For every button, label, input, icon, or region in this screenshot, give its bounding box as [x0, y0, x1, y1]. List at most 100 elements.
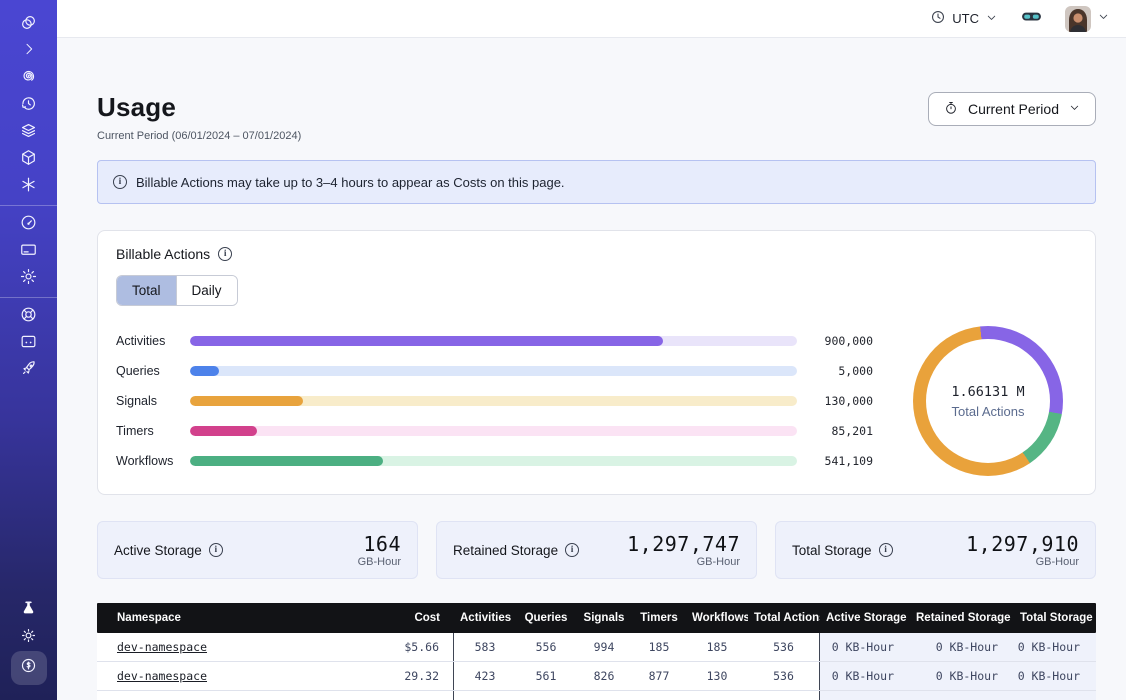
period-button-label: Current Period — [968, 101, 1059, 117]
tab-daily[interactable]: Daily — [176, 276, 237, 305]
goggles-button[interactable] — [1020, 5, 1043, 33]
topbar: UTC — [57, 0, 1126, 38]
info-icon[interactable] — [209, 543, 223, 557]
billable-view-tabs: Total Daily — [116, 275, 238, 306]
cell-total-storage: 0 KB-Hour — [1014, 691, 1096, 700]
sidebar — [0, 0, 57, 700]
cell-total-actions: 536 — [748, 662, 820, 690]
bar-value: 900,000 — [811, 334, 873, 348]
period-dropdown-button[interactable]: Current Period — [928, 92, 1096, 126]
donut-center: 1.66131 M Total Actions — [926, 339, 1050, 463]
bar-label: Queries — [116, 364, 190, 378]
chevron-down-icon — [985, 11, 998, 27]
sidebar-item-settings[interactable] — [12, 265, 46, 292]
sidebar-item-layers[interactable] — [12, 119, 46, 146]
namespaces-spiral-icon — [19, 67, 38, 91]
retained-storage-label: Retained Storage — [453, 543, 558, 558]
cell-signals: 994 — [576, 640, 632, 654]
billable-chart: Activities 900,000 Queries 5,000 Signals… — [116, 326, 1077, 476]
col-workflows: Workflows — [686, 612, 748, 624]
table-row: dev-namespace 29.32 423 561 826 877 130 … — [97, 662, 1096, 691]
bar-track — [190, 456, 797, 466]
col-activities: Activities — [454, 612, 516, 624]
col-active-storage: Active Storage — [820, 612, 910, 624]
sidebar-item-getting-started[interactable] — [12, 357, 46, 384]
bar-fill — [190, 396, 303, 406]
namespace-link[interactable]: dev-namespace — [117, 640, 207, 654]
sidebar-item-labs[interactable] — [12, 597, 46, 624]
cell-total-storage: 0 KB-Hour — [1014, 633, 1096, 661]
retained-storage-unit: GB-Hour — [627, 556, 740, 568]
sidebar-item-namespaces[interactable] — [12, 65, 46, 92]
temporal-logo-icon — [19, 13, 38, 37]
donut-total-value: 1.66131 M — [951, 384, 1024, 400]
bar-label: Signals — [116, 394, 190, 408]
total-storage-card: Total Storage 1,297,910 GB-Hour — [775, 521, 1096, 579]
cell-total-storage: 0 KB-Hour — [1014, 662, 1096, 690]
info-icon[interactable] — [565, 543, 579, 557]
sidebar-expand-button[interactable] — [12, 38, 46, 65]
sidebar-item-usage-active[interactable] — [11, 651, 47, 685]
cell-queries: 556 — [516, 640, 576, 654]
bar-track — [190, 366, 797, 376]
billable-bar-chart: Activities 900,000 Queries 5,000 Signals… — [116, 334, 899, 468]
tab-total[interactable]: Total — [117, 276, 176, 305]
bar-value: 85,201 — [811, 424, 873, 438]
total-storage-value: 1,297,910 — [966, 532, 1079, 556]
info-banner-text: Billable Actions may take up to 3–4 hour… — [136, 175, 565, 190]
bar-label: Workflows — [116, 454, 190, 468]
cell-activities: 423 — [454, 669, 516, 683]
donut-total-label: Total Actions — [952, 404, 1025, 419]
cell-cost: 29.32 — [338, 662, 454, 690]
temporal-logo[interactable] — [12, 11, 46, 38]
main-area: UTC Usage Current Period (06/01/2024 – 0… — [57, 0, 1126, 700]
retained-storage-value: 1,297,747 — [627, 532, 740, 556]
bar-value: 130,000 — [811, 394, 873, 408]
user-menu[interactable] — [1065, 6, 1110, 32]
sidebar-item-support[interactable] — [12, 303, 46, 330]
bar-fill — [190, 456, 383, 466]
cell-total-actions: 536 — [748, 633, 820, 661]
bar-fill — [190, 426, 257, 436]
page-title: Usage — [97, 92, 301, 123]
namespace-link[interactable]: dev-namespace — [117, 669, 207, 683]
col-timers: Timers — [632, 612, 686, 624]
sidebar-item-feedback[interactable] — [12, 330, 46, 357]
bar-fill — [190, 336, 663, 346]
stopwatch-icon — [943, 100, 959, 119]
sidebar-item-billing[interactable] — [12, 238, 46, 265]
cell-active-storage: 0 KB-Hour — [820, 662, 910, 690]
sidebar-item-usage[interactable] — [12, 211, 46, 238]
col-total-actions: Total Actions — [748, 612, 820, 624]
donut-chart: 1.66131 M Total Actions — [913, 326, 1063, 476]
bar-fill — [190, 366, 219, 376]
sidebar-item-history[interactable] — [12, 92, 46, 119]
sidebar-group-account — [0, 205, 57, 297]
bar-row-queries: Queries 5,000 — [116, 364, 873, 378]
timezone-selector[interactable]: UTC — [930, 9, 998, 28]
col-retained-storage: Retained Storage — [910, 612, 1014, 624]
active-storage-value: 164 — [358, 532, 401, 556]
sidebar-group-main — [0, 6, 57, 205]
goggles-icon — [1020, 5, 1043, 33]
cell-queries: 561 — [516, 669, 576, 683]
user-avatar — [1065, 6, 1091, 32]
sidebar-item-theme[interactable] — [12, 624, 46, 651]
settings-gear-icon — [19, 267, 38, 291]
info-icon[interactable] — [218, 247, 232, 261]
bar-value: 541,109 — [811, 454, 873, 468]
info-icon[interactable] — [879, 543, 893, 557]
table-row: dev-namespace $3.35 492 536 883 816 600 … — [97, 691, 1096, 700]
table-header: Namespace Cost Activities Queries Signal… — [97, 603, 1096, 633]
theme-sun-icon — [19, 626, 38, 650]
retained-storage-card: Retained Storage 1,297,747 GB-Hour — [436, 521, 757, 579]
bar-row-workflows: Workflows 541,109 — [116, 454, 873, 468]
chevron-down-icon — [1097, 10, 1110, 28]
bar-row-activities: Activities 900,000 — [116, 334, 873, 348]
cell-retained-storage: 0 KB-Hour — [910, 662, 1014, 690]
cell-workflows: 185 — [686, 640, 748, 654]
sidebar-item-cube[interactable] — [12, 146, 46, 173]
cell-cost: $5.66 — [338, 633, 454, 661]
usage-gauge-icon — [19, 213, 38, 237]
sidebar-item-nexus[interactable] — [12, 173, 46, 200]
